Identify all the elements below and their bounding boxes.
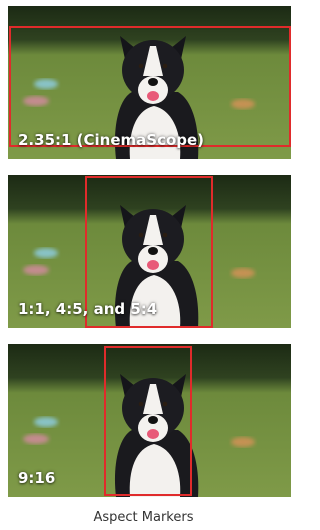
preview-panel-cinemascope: 2.35:1 (CinemaScope) bbox=[8, 6, 291, 159]
aspect-marker-frame bbox=[104, 346, 192, 496]
preview-panel-square: 1:1, 4:5, and 5:4 bbox=[8, 175, 291, 328]
aspect-ratio-label: 1:1, 4:5, and 5:4 bbox=[18, 300, 158, 318]
aspect-ratio-label: 9:16 bbox=[18, 469, 56, 487]
caption: Aspect Markers bbox=[93, 510, 194, 525]
aspect-ratio-label: 2.35:1 (CinemaScope) bbox=[18, 131, 205, 149]
preview-panel-vertical: 9:16 bbox=[8, 344, 291, 497]
aspect-marker-frame bbox=[9, 26, 291, 147]
